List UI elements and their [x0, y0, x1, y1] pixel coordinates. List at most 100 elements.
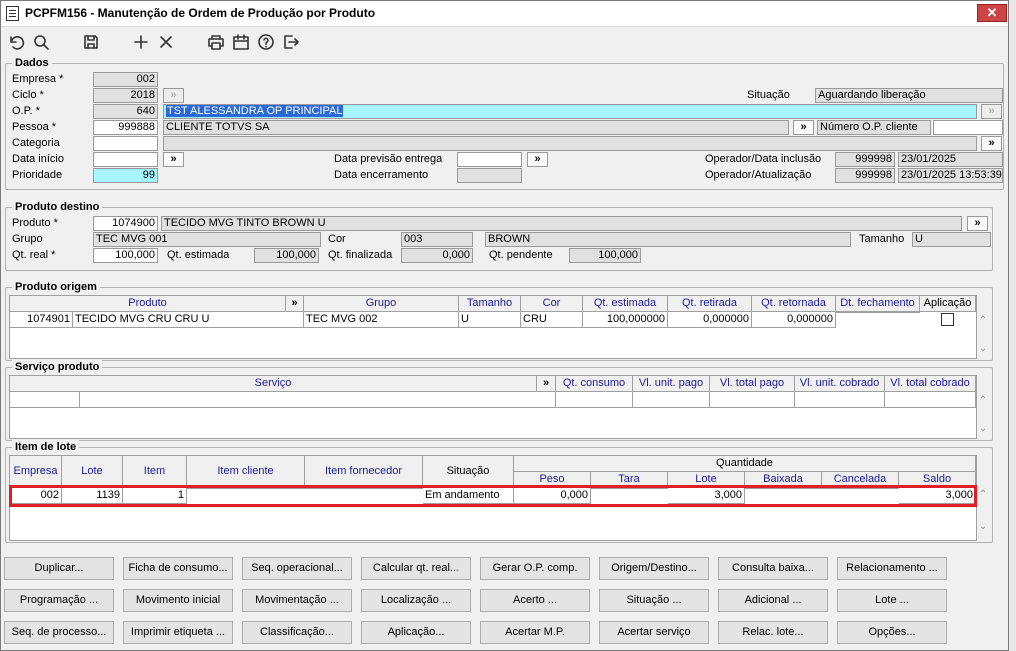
data-previsao-calendar-button[interactable]: » — [527, 152, 548, 167]
col-dt-fechamento[interactable]: Dt. fechamento — [836, 296, 920, 312]
col-situacao[interactable]: Situação — [423, 456, 514, 487]
origem-cell-cor[interactable]: CRU — [521, 312, 583, 328]
operador-inclusao-user: 999998 — [835, 152, 895, 167]
numero-op-cliente-field[interactable] — [933, 120, 1003, 135]
origem-scroll-up[interactable]: ⌃ — [977, 315, 989, 326]
pessoa-field[interactable]: 999888 — [93, 120, 158, 135]
duplicar-button[interactable]: Duplicar... — [4, 557, 114, 580]
col-vl-total-cobrado[interactable]: Vl. total cobrado — [885, 376, 976, 392]
servico-cell-code[interactable] — [10, 392, 80, 408]
col-item[interactable]: Item — [123, 456, 187, 487]
movimentacao-button[interactable]: Movimentação ... — [242, 589, 352, 612]
movimento-inicial-button[interactable]: Movimento inicial — [123, 589, 233, 612]
op-lookup-button[interactable]: » — [981, 104, 1002, 119]
prioridade-field[interactable]: 99 — [93, 168, 158, 183]
seq-processo-button[interactable]: Seq. de processo... — [4, 621, 114, 644]
data-inicio-calendar-button[interactable]: » — [163, 152, 184, 167]
origem-cell-produto[interactable]: 1074901 — [10, 312, 73, 328]
col-servico-lookup[interactable]: » — [537, 376, 556, 392]
origem-aplicacao-checkbox[interactable] — [941, 313, 954, 326]
origem-cell-qt-estimada[interactable]: 100,000000 — [583, 312, 668, 328]
produto-lookup-button[interactable]: » — [967, 216, 988, 231]
acertar-mp-button[interactable]: Acertar M.P. — [480, 621, 590, 644]
ficha-consumo-button[interactable]: Ficha de consumo... — [123, 557, 233, 580]
help-icon[interactable] — [255, 31, 277, 53]
produto-field[interactable]: 1074900 — [93, 216, 158, 231]
opcoes-button[interactable]: Opções... — [837, 621, 947, 644]
col-vl-unit-cobrado[interactable]: Vl. unit. cobrado — [795, 376, 885, 392]
col-servico[interactable]: Serviço — [10, 376, 537, 392]
col-item-fornecedor[interactable]: Item fornecedor — [305, 456, 423, 487]
col-empresa[interactable]: Empresa — [10, 456, 62, 487]
col-tamanho[interactable]: Tamanho — [459, 296, 521, 312]
col-cor[interactable]: Cor — [521, 296, 583, 312]
servico-cell-qt-consumo[interactable] — [556, 392, 633, 408]
col-qt-retirada[interactable]: Qt. retirada — [668, 296, 752, 312]
col-vl-total-pago[interactable]: Vl. total pago — [710, 376, 795, 392]
close-button[interactable]: ✕ — [977, 4, 1007, 22]
qt-real-field[interactable]: 100,000 — [93, 248, 158, 263]
servico-cell-desc[interactable] — [80, 392, 556, 408]
categoria-field[interactable] — [93, 136, 158, 151]
calendar-icon[interactable] — [230, 31, 252, 53]
imprimir-etiqueta-button[interactable]: Imprimir etiqueta ... — [123, 621, 233, 644]
origem-cell-dt-fechamento[interactable] — [836, 312, 920, 313]
calcular-qt-real-button[interactable]: Calcular qt. real... — [361, 557, 471, 580]
servico-scroll-up[interactable]: ⌃ — [977, 395, 989, 406]
localizacao-button[interactable]: Localização ... — [361, 589, 471, 612]
origem-destino-button[interactable]: Origem/Destino... — [599, 557, 709, 580]
col-vl-unit-pago[interactable]: Vl. unit. pago — [633, 376, 710, 392]
col-aplicacao[interactable]: Aplicação — [920, 296, 976, 312]
save-icon[interactable] — [80, 31, 102, 53]
gerar-op-comp-button[interactable]: Gerar O.P. comp. — [480, 557, 590, 580]
servico-cell-vl-unit-cobrado[interactable] — [795, 392, 885, 408]
pessoa-lookup-button[interactable]: » — [793, 120, 814, 135]
consulta-baixa-button[interactable]: Consulta baixa... — [718, 557, 828, 580]
delete-icon[interactable] — [155, 31, 177, 53]
op-field[interactable]: 640 — [93, 104, 158, 119]
servico-cell-vl-unit-pago[interactable] — [633, 392, 710, 408]
relacionamento-button[interactable]: Relacionamento ... — [837, 557, 947, 580]
data-previsao-field[interactable] — [457, 152, 522, 167]
relac-lote-button[interactable]: Relac. lote... — [718, 621, 828, 644]
col-produto-lookup[interactable]: » — [286, 296, 304, 312]
col-qt-estimada[interactable]: Qt. estimada — [583, 296, 668, 312]
exit-icon[interactable] — [280, 31, 302, 53]
origem-cell-qt-retirada[interactable]: 0,000000 — [668, 312, 752, 328]
lote-button[interactable]: Lote ... — [837, 589, 947, 612]
print-icon[interactable] — [205, 31, 227, 53]
empresa-field[interactable]: 002 — [93, 72, 158, 87]
adicional-button[interactable]: Adicional ... — [718, 589, 828, 612]
programacao-button[interactable]: Programação ... — [4, 589, 114, 612]
origem-scroll-down[interactable]: ⌄ — [977, 343, 989, 354]
classificacao-button[interactable]: Classificação... — [242, 621, 352, 644]
aplicacao-button[interactable]: Aplicação... — [361, 621, 471, 644]
servico-scroll-down[interactable]: ⌄ — [977, 423, 989, 434]
origem-cell-tamanho[interactable]: U — [459, 312, 521, 328]
origem-cell-descricao[interactable]: TECIDO MVG CRU CRU U — [73, 312, 304, 328]
col-grupo[interactable]: Grupo — [304, 296, 459, 312]
lote-scroll-up[interactable]: ⌃ — [977, 489, 989, 500]
search-icon[interactable] — [30, 31, 52, 53]
col-lote[interactable]: Lote — [62, 456, 123, 487]
ciclo-field[interactable]: 2018 — [93, 88, 158, 103]
col-qt-consumo[interactable]: Qt. consumo — [556, 376, 633, 392]
col-produto[interactable]: Produto — [10, 296, 286, 312]
col-item-cliente[interactable]: Item cliente — [187, 456, 305, 487]
op-description-field[interactable]: TST ALESSANDRA OP PRINCIPAL — [163, 104, 977, 119]
situacao-button[interactable]: Situação ... — [599, 589, 709, 612]
categoria-lookup-button[interactable]: » — [981, 136, 1002, 151]
acertar-servico-button[interactable]: Acertar serviço — [599, 621, 709, 644]
acerto-button[interactable]: Acerto ... — [480, 589, 590, 612]
data-inicio-field[interactable] — [93, 152, 158, 167]
col-qt-retornada[interactable]: Qt. retornada — [752, 296, 836, 312]
add-icon[interactable] — [130, 31, 152, 53]
lote-scroll-down[interactable]: ⌄ — [977, 521, 989, 532]
servico-cell-vl-total-cobrado[interactable] — [885, 392, 976, 408]
ciclo-lookup-button[interactable]: » — [163, 88, 184, 103]
servico-cell-vl-total-pago[interactable] — [710, 392, 795, 408]
origem-cell-qt-retornada[interactable]: 0,000000 — [752, 312, 836, 328]
origem-cell-grupo[interactable]: TEC MVG 002 — [304, 312, 459, 328]
seq-operacional-button[interactable]: Seq. operacional... — [242, 557, 352, 580]
undo-icon[interactable] — [5, 31, 27, 53]
